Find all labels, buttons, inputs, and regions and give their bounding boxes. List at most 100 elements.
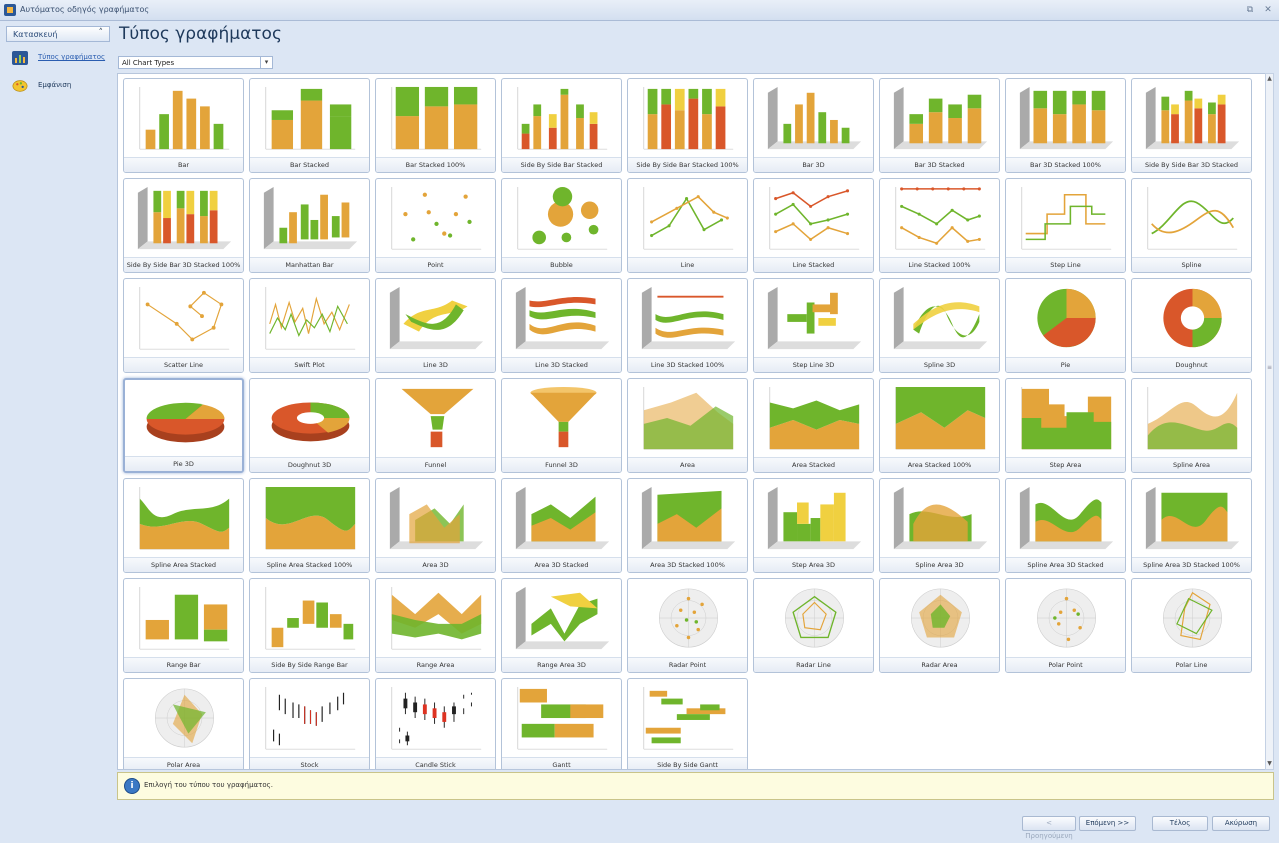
chart-preview-area-stacked-100pct (895, 386, 986, 450)
chart-type-tile-polar-area[interactable]: Polar Area (123, 678, 244, 769)
chart-type-tile-range-bar[interactable]: Range Bar (123, 578, 244, 673)
chart-type-tile-step-line-3d[interactable]: Step Line 3D (753, 278, 874, 373)
chart-type-tile-bar-3d[interactable]: Bar 3D (753, 78, 874, 173)
chart-type-tile-spline-area-3d[interactable]: Spline Area 3D (879, 478, 1000, 573)
chart-type-tile-doughnut-3d[interactable]: Doughnut 3D (249, 378, 370, 473)
chart-preview-candle-stick (391, 686, 482, 750)
chart-type-tile-side-by-side-bar-stacked[interactable]: Side By Side Bar Stacked (501, 78, 622, 173)
chart-type-tile-bar[interactable]: Bar (123, 78, 244, 173)
chart-type-label: Doughnut (1132, 357, 1251, 372)
chart-type-tile-step-area-3d[interactable]: Step Area 3D (753, 478, 874, 573)
sidebar-item-appearance[interactable]: Εμφάνιση (6, 76, 110, 98)
chart-type-tile-doughnut[interactable]: Doughnut (1131, 278, 1252, 373)
chart-preview-step-line-3d (767, 286, 862, 350)
chart-type-tile-spline-area[interactable]: Spline Area (1131, 378, 1252, 473)
chart-type-tile-bar-stacked[interactable]: Bar Stacked (249, 78, 370, 173)
scroll-grip-icon[interactable]: ≡ (1266, 364, 1273, 372)
chart-type-tile-step-area[interactable]: Step Area (1005, 378, 1126, 473)
chart-preview-funnel-3d (530, 386, 597, 448)
chart-type-tile-side-by-side-bar-3d-stacked-100pct[interactable]: Side By Side Bar 3D Stacked 100% (123, 178, 244, 273)
chart-type-tile-radar-area[interactable]: Radar Area (879, 578, 1000, 673)
chart-preview-polar-area (155, 688, 214, 748)
chart-type-tile-line-stacked-100pct[interactable]: Line Stacked 100% (879, 178, 1000, 273)
chart-type-tile-polar-line[interactable]: Polar Line (1131, 578, 1252, 673)
restore-icon[interactable]: ⧉ (1244, 4, 1256, 16)
chart-type-tile-side-by-side-range-bar[interactable]: Side By Side Range Bar (249, 578, 370, 673)
chart-type-tile-spline-area-3d-stacked-100pct[interactable]: Spline Area 3D Stacked 100% (1131, 478, 1252, 573)
chart-type-label: Side By Side Bar 3D Stacked (1132, 157, 1251, 172)
chart-type-tile-manhattan-bar[interactable]: Manhattan Bar (249, 178, 370, 273)
chart-type-label: Bar 3D (754, 157, 873, 172)
chart-type-tile-line-3d-stacked[interactable]: Line 3D Stacked (501, 278, 622, 373)
chart-type-tile-area[interactable]: Area (627, 378, 748, 473)
chart-type-tile-radar-line[interactable]: Radar Line (753, 578, 874, 673)
chart-type-tile-spline-area-stacked[interactable]: Spline Area Stacked (123, 478, 244, 573)
chart-preview-area-stacked (769, 386, 860, 450)
chart-type-tile-bubble[interactable]: Bubble (501, 178, 622, 273)
chart-type-tile-range-area-3d[interactable]: Range Area 3D (501, 578, 622, 673)
chart-type-tile-line-3d-stacked-100pct[interactable]: Line 3D Stacked 100% (627, 278, 748, 373)
chart-type-filter-dropdown[interactable]: All Chart Types ▾ (118, 56, 273, 69)
chart-type-tile-spline-area-3d-stacked[interactable]: Spline Area 3D Stacked (1005, 478, 1126, 573)
chart-type-tile-pie-3d[interactable]: Pie 3D (123, 378, 244, 473)
chart-type-tile-bar-3d-stacked[interactable]: Bar 3D Stacked (879, 78, 1000, 173)
chart-type-tile-spline-area-stacked-100pct[interactable]: Spline Area Stacked 100% (249, 478, 370, 573)
chart-type-tile-point[interactable]: Point (375, 178, 496, 273)
chart-type-label: Stock (250, 757, 369, 769)
close-icon[interactable]: ✕ (1262, 4, 1274, 16)
chart-type-label: Line 3D Stacked 100% (628, 357, 747, 372)
chart-type-tile-pie[interactable]: Pie (1005, 278, 1126, 373)
chart-type-label: Spline Area Stacked (124, 557, 243, 572)
scroll-up-icon[interactable]: ▲ (1266, 74, 1273, 84)
chart-type-tile-range-area[interactable]: Range Area (375, 578, 496, 673)
chart-type-tile-side-by-side-bar-stacked-100pct[interactable]: Side By Side Bar Stacked 100% (627, 78, 748, 173)
category-header[interactable]: Κατασκευή ˄ (6, 26, 110, 42)
sidebar-item-chart-type[interactable]: Τύπος γραφήματος (6, 48, 110, 70)
chart-type-tile-spline-3d[interactable]: Spline 3D (879, 278, 1000, 373)
chevron-down-icon[interactable]: ▾ (260, 57, 272, 68)
chart-preview-step-area (1021, 386, 1112, 450)
previous-button[interactable]: < Προηγούμενη (1022, 816, 1076, 840)
chart-type-label: Swift Plot (250, 357, 369, 372)
chart-type-label: Bar Stacked 100% (376, 157, 495, 172)
chart-type-tile-spline[interactable]: Spline (1131, 178, 1252, 273)
finish-button[interactable]: Τέλος (1152, 816, 1208, 831)
scroll-down-icon[interactable]: ▼ (1266, 759, 1273, 769)
chart-type-tile-polar-point[interactable]: Polar Point (1005, 578, 1126, 673)
chart-type-tile-gantt[interactable]: Gantt (501, 678, 622, 769)
chart-preview-bar-3d-stacked-100pct (1019, 86, 1114, 150)
sidebar: Κατασκευή ˄ Τύπος γραφήματος Εμφάνιση (6, 26, 110, 796)
chart-type-tile-area-3d-stacked-100pct[interactable]: Area 3D Stacked 100% (627, 478, 748, 573)
chart-type-label: Side By Side Gantt (628, 757, 747, 769)
chart-type-tile-area-3d-stacked[interactable]: Area 3D Stacked (501, 478, 622, 573)
chart-preview-spline-area-3d (893, 486, 988, 550)
chart-type-tile-line[interactable]: Line (627, 178, 748, 273)
chart-type-tile-side-by-side-bar-3d-stacked[interactable]: Side By Side Bar 3D Stacked (1131, 78, 1252, 173)
chart-type-tile-line-3d[interactable]: Line 3D (375, 278, 496, 373)
chart-type-label: Side By Side Range Bar (250, 657, 369, 672)
chart-type-tile-area-stacked[interactable]: Area Stacked (753, 378, 874, 473)
chart-type-tile-radar-point[interactable]: Radar Point (627, 578, 748, 673)
chart-type-tile-scatter-line[interactable]: Scatter Line (123, 278, 244, 373)
chart-type-tile-stock[interactable]: Stock (249, 678, 370, 769)
chart-type-tile-step-line[interactable]: Step Line (1005, 178, 1126, 273)
chart-type-tile-bar-3d-stacked-100pct[interactable]: Bar 3D Stacked 100% (1005, 78, 1126, 173)
next-button[interactable]: Επόμενη >> (1079, 816, 1136, 831)
chart-type-tile-candle-stick[interactable]: Candle Stick (375, 678, 496, 769)
chart-type-tile-swift-plot[interactable]: Swift Plot (249, 278, 370, 373)
chart-preview-polar-line (1163, 588, 1222, 648)
chart-type-tile-line-stacked[interactable]: Line Stacked (753, 178, 874, 273)
chart-preview-point (391, 186, 482, 250)
chart-type-label: Range Bar (124, 657, 243, 672)
chart-type-tile-bar-stacked-100pct[interactable]: Bar Stacked 100% (375, 78, 496, 173)
chevron-up-icon[interactable]: ˄ (99, 28, 104, 38)
cancel-button[interactable]: Ακύρωση (1212, 816, 1270, 831)
gallery-scrollbar[interactable]: ▲ ≡ ▼ (1265, 73, 1274, 770)
chart-type-tile-area-stacked-100pct[interactable]: Area Stacked 100% (879, 378, 1000, 473)
chart-type-tile-side-by-side-gantt[interactable]: Side By Side Gantt (627, 678, 748, 769)
chart-type-tile-funnel[interactable]: Funnel (375, 378, 496, 473)
chart-preview-spline-area-3d-stacked-100pct (1145, 486, 1240, 550)
chart-type-tile-funnel-3d[interactable]: Funnel 3D (501, 378, 622, 473)
chart-type-tile-area-3d[interactable]: Area 3D (375, 478, 496, 573)
chart-preview-scatter-line (139, 286, 230, 350)
